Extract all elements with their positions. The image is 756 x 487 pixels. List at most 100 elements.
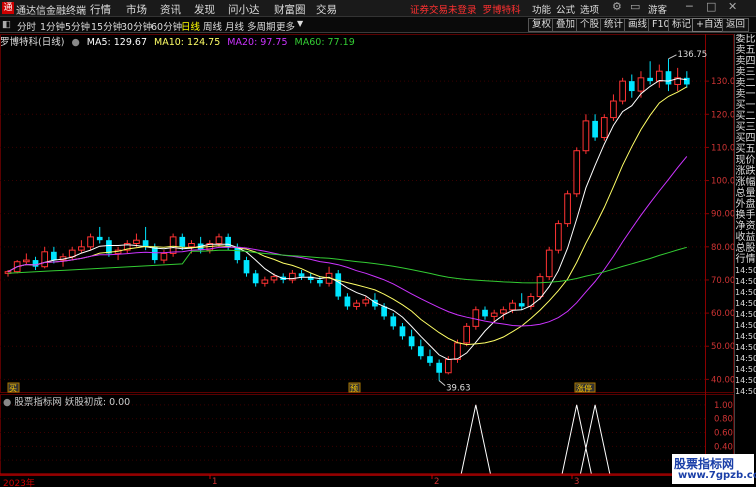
time-tick-label: 2 xyxy=(434,477,439,487)
side-item: 14:50 xyxy=(735,310,756,319)
side-item: 14:50 xyxy=(735,354,756,363)
fuquan-button[interactable]: 复权 xyxy=(528,18,556,32)
side-item: 卖二 xyxy=(735,78,756,89)
side-item: 外盘 xyxy=(735,199,756,210)
candle-down xyxy=(381,306,387,317)
candle-up xyxy=(463,325,471,344)
tab-daily[interactable]: 日线 xyxy=(181,19,200,33)
mark-button[interactable]: 标记 xyxy=(668,18,696,32)
price-tick-label: 120.00 xyxy=(711,110,734,120)
close-icon[interactable]: ✕ xyxy=(728,0,737,13)
menu-news[interactable]: 资讯 xyxy=(160,2,181,17)
draw-button[interactable]: 画线 xyxy=(624,18,652,32)
menu-discover[interactable]: 发现 xyxy=(194,2,215,17)
candle-down xyxy=(427,356,433,363)
tab-weekly[interactable]: 周线 xyxy=(203,19,222,33)
side-item: 14:50 xyxy=(735,387,756,396)
candle-up xyxy=(619,80,626,102)
limit-up-marker: 涨停 xyxy=(574,382,596,393)
side-item: 14:50 xyxy=(735,277,756,286)
candle-up xyxy=(169,236,177,254)
candle-down xyxy=(51,251,57,261)
candle-up xyxy=(160,252,168,261)
menu-function[interactable]: 功能 xyxy=(532,2,551,16)
limit-up-marker-text: 涨停 xyxy=(576,383,592,393)
settings-icon[interactable]: ⚙ xyxy=(612,0,622,13)
pre-marker-text: 预 xyxy=(350,383,358,393)
menu-xiaoda[interactable]: 问小达 xyxy=(228,2,260,17)
candle-down xyxy=(32,260,39,267)
side-item: 14:50 xyxy=(735,343,756,352)
tab-5min[interactable]: 5分钟 xyxy=(65,19,90,33)
stats-button[interactable]: 统计 xyxy=(600,18,628,32)
pre-marker: 预 xyxy=(348,382,361,393)
price-tick-label: 40.00 xyxy=(711,375,734,385)
menu-wealth[interactable]: 财富圈 xyxy=(274,2,306,17)
candle-down xyxy=(96,236,103,241)
back-button[interactable]: 返回 xyxy=(722,18,750,32)
candle-down xyxy=(298,273,305,277)
price-tick-label: 110.00 xyxy=(711,143,734,153)
menu-hq[interactable]: 行情 xyxy=(90,2,111,17)
tab-30min[interactable]: 30分钟 xyxy=(121,19,152,33)
side-item: 卖五 xyxy=(735,45,756,56)
more-chevron-icon[interactable]: ▼ xyxy=(297,19,303,28)
candle-down xyxy=(179,236,186,247)
price-tick-label: 70.00 xyxy=(711,276,734,286)
menu-formula[interactable]: 公式 xyxy=(556,2,575,16)
candle-up xyxy=(564,193,571,225)
candle-up xyxy=(610,100,617,119)
candle-down xyxy=(151,246,158,261)
kline-chart[interactable]: 136.75 39.63 买 预 涨停 40.00 50.00 60.00 70.00 80.0… xyxy=(0,34,734,487)
collapse-icon[interactable]: ◧ xyxy=(2,19,11,30)
candle-up xyxy=(582,120,590,152)
side-item: 净资 xyxy=(735,221,756,232)
buy-marker-text: 买 xyxy=(9,384,17,393)
high-price-label: 136.75 xyxy=(677,50,707,60)
signal-line xyxy=(2,404,700,475)
candle-down xyxy=(628,81,635,92)
indicator-tick-label: 0.80 xyxy=(714,415,733,425)
menu-trade[interactable]: 交易 xyxy=(316,2,337,17)
indicator-tick-label: 1.00 xyxy=(714,401,733,411)
candle-up xyxy=(215,236,223,245)
tab-more[interactable]: 更多 xyxy=(276,19,295,33)
price-tick-label: 130.00 xyxy=(711,77,734,87)
window-icon[interactable]: ▭ xyxy=(630,0,640,13)
candle-up xyxy=(555,223,562,251)
price-tick-label: 60.00 xyxy=(711,309,734,319)
minimize-icon[interactable]: ─ xyxy=(686,0,693,13)
candle-down xyxy=(408,336,415,347)
guest-label[interactable]: 游客 xyxy=(648,2,667,16)
candle-up xyxy=(23,259,30,263)
menu-options[interactable]: 选项 xyxy=(580,2,599,16)
tab-60min[interactable]: 60分钟 xyxy=(151,19,182,33)
stock-button[interactable]: 个股 xyxy=(576,18,604,32)
candle-down xyxy=(665,71,672,85)
side-item: 14:50 xyxy=(735,288,756,297)
tab-15min[interactable]: 15分钟 xyxy=(91,19,122,33)
tab-monthly[interactable]: 月线 xyxy=(225,19,244,33)
indicator-settings-icon[interactable]: ● xyxy=(3,397,11,408)
year-label: 2023年 xyxy=(3,479,35,487)
menu-market[interactable]: 市场 xyxy=(126,2,147,17)
quote-side-panel: 委比 卖五 卖四 卖三 卖二 卖一 买一 买二 买三 买四 买五 现价 涨跌 涨幅 总量 外盘 换手 净资 收益 总股… xyxy=(734,34,756,474)
overlay-button[interactable]: 叠加 xyxy=(552,18,580,32)
candle-up xyxy=(133,239,140,245)
indicator-title: ● 股票指标网 妖股初成: 0.00 xyxy=(3,397,131,408)
candle-up xyxy=(270,276,278,281)
tab-1min[interactable]: 1分钟 xyxy=(40,19,65,33)
price-tick-label: 100.00 xyxy=(711,177,734,187)
tab-fenshi[interactable]: 分时 xyxy=(17,19,36,33)
login-status[interactable]: 证券交易未登录 罗博特科 xyxy=(410,2,521,16)
candle-up xyxy=(573,150,581,195)
candle-up xyxy=(78,246,85,251)
buy-marker: 买 xyxy=(7,382,20,393)
candle-up xyxy=(500,309,507,314)
side-item: 现价 xyxy=(735,155,756,166)
maximize-icon[interactable]: □ xyxy=(706,0,716,13)
tab-multi[interactable]: 多周期 xyxy=(247,19,276,33)
side-item: 委比 xyxy=(735,34,756,45)
candle-down xyxy=(317,279,323,284)
candle-up xyxy=(261,279,269,284)
